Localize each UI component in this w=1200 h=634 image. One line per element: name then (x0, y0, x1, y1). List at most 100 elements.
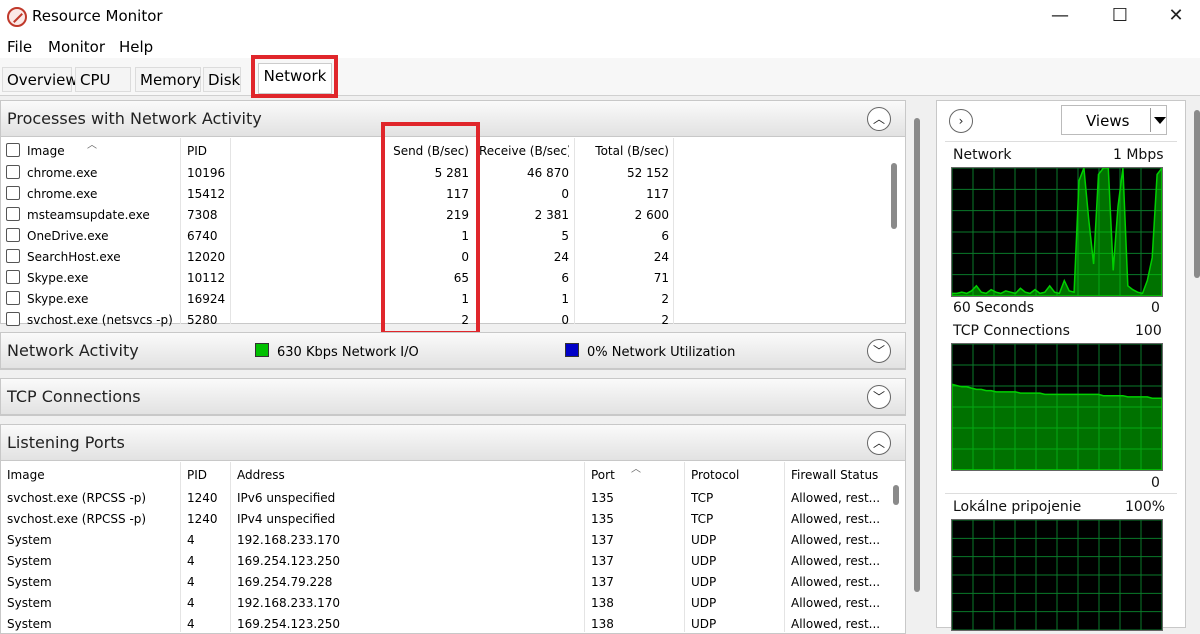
col-total[interactable]: Total (B/sec) (577, 144, 669, 158)
local-graph-svg (951, 519, 1163, 631)
listening-ports-header[interactable]: Listening Ports ︿ (1, 425, 905, 461)
row-checkbox[interactable] (6, 249, 20, 263)
col-divider (574, 138, 575, 324)
process-cell: Skype.exe (27, 271, 89, 285)
listening-cell: UDP (691, 575, 717, 589)
process-cell: 2 381 (534, 208, 569, 222)
process-cell: 52 152 (627, 166, 669, 180)
col-divider (180, 138, 181, 324)
tab-bar: Overview CPU Memory Disk Network (0, 58, 1200, 96)
chevron-down-icon[interactable] (1154, 117, 1166, 124)
process-cell: 2 600 (634, 208, 669, 222)
listening-cell: svchost.exe (RPCSS -p) (7, 512, 147, 526)
listening-cell: System (7, 533, 52, 547)
menu-help[interactable]: Help (119, 38, 153, 56)
col-receive[interactable]: Receive (B/sec) (479, 144, 569, 158)
col-pid[interactable]: PID (187, 144, 207, 158)
close-button[interactable]: ✕ (1146, 0, 1200, 34)
io-legend-swatch (255, 343, 269, 357)
tab-disk[interactable]: Disk (203, 67, 241, 92)
views-dropdown[interactable]: Views (1061, 105, 1167, 135)
network-activity-header[interactable]: Network Activity 630 Kbps Network I/O 0%… (1, 333, 905, 369)
row-checkbox[interactable] (6, 228, 20, 242)
menu-monitor[interactable]: Monitor (48, 38, 105, 56)
row-checkbox[interactable] (6, 165, 20, 179)
col-pid[interactable]: PID (187, 468, 207, 482)
listening-cell: 135 (591, 491, 614, 505)
col-protocol[interactable]: Protocol (691, 468, 739, 482)
network-activity-title: Network Activity (7, 341, 139, 360)
local-graph-label: Lokálne pripojenie (953, 499, 1082, 515)
col-divider (230, 138, 231, 324)
resource-monitor-icon (7, 7, 27, 27)
listening-cell: UDP (691, 596, 717, 610)
listening-ports-title: Listening Ports (7, 433, 125, 452)
col-image[interactable]: Image (7, 468, 45, 482)
menu-bar: File Monitor Help (0, 34, 1200, 58)
process-cell: 15412 (187, 187, 226, 201)
listening-cell: TCP (691, 512, 714, 526)
listening-cell: 137 (591, 533, 614, 547)
process-cell: 10112 (187, 271, 226, 285)
network-activity-panel: Network Activity 630 Kbps Network I/O 0%… (0, 332, 906, 370)
listening-columns: ︿ Image PID Address Port Protocol Firewa… (1, 462, 905, 484)
process-cell: 16924 (187, 292, 226, 306)
expand-network-activity-icon[interactable]: ﹀ (867, 339, 891, 363)
network-graph-label: Network (953, 147, 1012, 163)
listening-cell: UDP (691, 617, 717, 631)
collapse-graphs-icon[interactable]: › (949, 109, 973, 133)
right-pane-scrollbar[interactable] (1194, 110, 1200, 278)
col-firewall[interactable]: Firewall Status (791, 468, 878, 482)
row-checkbox[interactable] (6, 207, 20, 221)
listening-cell: Allowed, rest... (791, 512, 879, 526)
process-cell: 5280 (187, 313, 218, 327)
process-cell: OneDrive.exe (27, 229, 109, 243)
row-checkbox[interactable] (6, 186, 20, 200)
process-cell: msteamsupdate.exe (27, 208, 150, 222)
row-checkbox[interactable] (6, 312, 20, 326)
col-image[interactable]: Image (27, 144, 65, 158)
col-divider (673, 138, 674, 324)
network-graph-scale: 1 Mbps (1113, 147, 1164, 163)
select-all-checkbox[interactable] (6, 143, 20, 157)
tab-overview[interactable]: Overview (2, 67, 78, 92)
process-cell: 24 (653, 250, 669, 264)
listening-scrollbar[interactable] (893, 485, 899, 505)
tcp-title: TCP Connections (7, 387, 141, 406)
menu-file[interactable]: File (7, 38, 32, 56)
divider (945, 493, 1177, 494)
process-cell: 2 (661, 292, 669, 306)
processes-scrollbar[interactable] (891, 163, 897, 229)
col-divider (180, 462, 181, 632)
listening-cell: 169.254.123.250 (237, 554, 341, 568)
process-cell: chrome.exe (27, 187, 98, 201)
minimize-button[interactable]: — (1030, 0, 1090, 34)
col-port[interactable]: Port (591, 468, 615, 482)
col-divider (784, 462, 785, 632)
tcp-graph-svg (951, 343, 1163, 471)
row-checkbox[interactable] (6, 270, 20, 284)
network-io-value: 630 Kbps Network I/O (277, 345, 419, 360)
views-divider (1150, 108, 1151, 132)
tab-cpu[interactable]: CPU (75, 67, 131, 92)
listening-cell: System (7, 554, 52, 568)
tab-memory[interactable]: Memory (135, 67, 201, 92)
process-cell: 46 870 (527, 166, 569, 180)
main-scrollbar[interactable] (914, 118, 920, 592)
expand-tcp-icon[interactable]: ﹀ (867, 385, 891, 409)
collapse-processes-icon[interactable]: ︿ (867, 107, 891, 131)
title-bar: Resource Monitor — ☐ ✕ (0, 0, 1200, 34)
row-checkbox[interactable] (6, 291, 20, 305)
collapse-listening-icon[interactable]: ︿ (867, 431, 891, 455)
process-cell: chrome.exe (27, 166, 98, 180)
col-address[interactable]: Address (237, 468, 285, 482)
tcp-header[interactable]: TCP Connections ﹀ (1, 379, 905, 415)
tcp-graph-label: TCP Connections (953, 323, 1070, 339)
maximize-button[interactable]: ☐ (1090, 0, 1150, 34)
listening-cell: 169.254.79.228 (237, 575, 333, 589)
process-cell: 24 (553, 250, 569, 264)
listening-cell: Allowed, rest... (791, 575, 879, 589)
process-cell: Skype.exe (27, 292, 89, 306)
listening-cell: 4 (187, 596, 195, 610)
listening-cell: Allowed, rest... (791, 617, 879, 631)
